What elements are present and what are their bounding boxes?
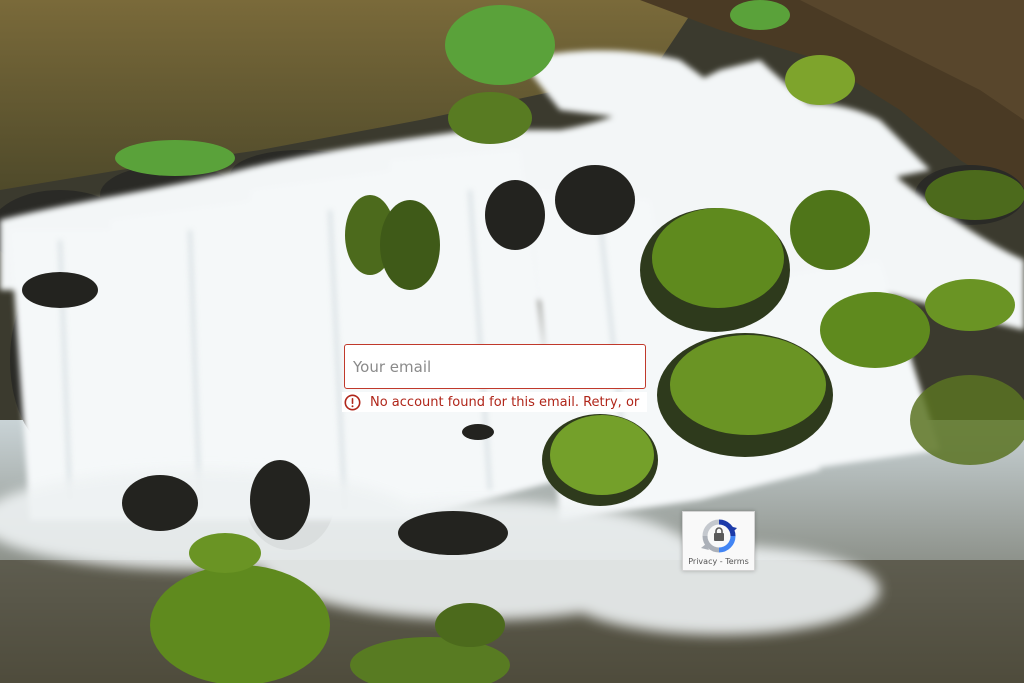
error-message: No account found for this email. Retry, …: [342, 392, 648, 412]
recaptcha-badge[interactable]: Privacy - Terms: [682, 511, 755, 571]
recaptcha-links: Privacy - Terms: [683, 557, 754, 566]
privacy-link[interactable]: Privacy: [688, 557, 717, 566]
waterfall-scene: [0, 0, 1024, 683]
recaptcha-logo-icon: [701, 518, 737, 554]
error-text: No account found for this email. Retry, …: [370, 394, 640, 410]
background-photo: [0, 0, 1024, 683]
email-input[interactable]: [344, 344, 646, 389]
link-separator: -: [717, 557, 726, 566]
exclamation-circle-icon: [344, 394, 361, 411]
terms-link[interactable]: Terms: [725, 557, 749, 566]
